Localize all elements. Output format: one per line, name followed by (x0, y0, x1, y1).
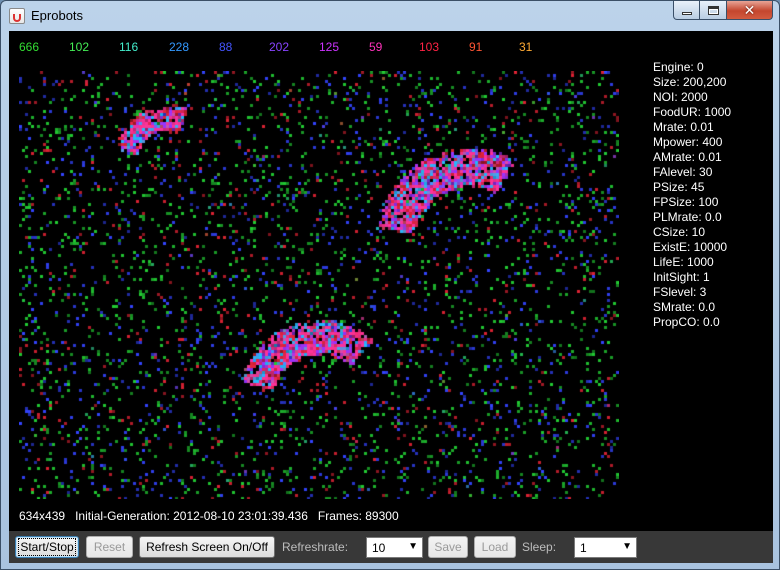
simulation-canvas[interactable] (19, 71, 619, 499)
param-foodur: FoodUR: 1000 (653, 105, 732, 119)
title-bar[interactable]: Eprobots ✕ (1, 1, 779, 31)
initial-generation-text: Initial-Generation: 2012-08-10 23:01:39.… (75, 509, 308, 523)
count-value: 125 (319, 40, 340, 54)
param-noi: NOI: 2000 (653, 90, 708, 104)
param-initsight: InitSight: 1 (653, 270, 710, 284)
count-value: 102 (69, 40, 90, 54)
close-icon: ✕ (743, 2, 756, 18)
frames-text: Frames: 89300 (317, 509, 399, 523)
param-existe: ExistE: 10000 (653, 240, 728, 254)
param-fpsize: FPSize: 100 (653, 195, 719, 209)
canvas-size-text: 634x439 (19, 509, 66, 523)
close-button[interactable]: ✕ (727, 1, 773, 20)
simulation-panel: 666 102 116 228 88 202 125 59 103 91 31 … (9, 31, 773, 531)
refreshrate-label: Refreshrate: (282, 540, 349, 554)
chevron-down-icon: ▼ (408, 541, 418, 552)
minimize-button[interactable] (673, 1, 700, 20)
param-amrate: AMrate: 0.01 (653, 150, 722, 164)
java-icon (9, 8, 25, 24)
param-psize: PSize: 45 (653, 180, 705, 194)
param-mrate: Mrate: 0.01 (653, 120, 714, 134)
param-lifee: LifeE: 1000 (653, 255, 714, 269)
parameter-list: Engine: 0 Size: 200,200 NOI: 2000 FoodUR… (653, 60, 731, 330)
population-counts: 666 102 116 228 88 202 125 59 103 91 31 (9, 40, 609, 54)
maximize-icon (707, 5, 719, 15)
param-size: Size: 200,200 (653, 75, 727, 89)
window-title: Eprobots (31, 8, 84, 23)
count-value: 31 (519, 40, 533, 54)
sleep-label: Sleep: (522, 540, 557, 554)
reset-button[interactable]: Reset (86, 536, 133, 558)
param-fslevel: FSlevel: 3 (653, 285, 707, 299)
load-button[interactable]: Load (474, 536, 516, 558)
count-value: 666 (19, 40, 40, 54)
param-falevel: FAlevel: 30 (653, 165, 713, 179)
count-value: 202 (269, 40, 290, 54)
param-plmrate: PLMrate: 0.0 (653, 210, 722, 224)
refreshrate-select[interactable]: 10 ▼ (366, 537, 423, 558)
count-value: 88 (219, 40, 233, 54)
count-value: 228 (169, 40, 190, 54)
param-engine: Engine: 0 (653, 60, 704, 74)
refresh-toggle-button[interactable]: Refresh Screen On/Off (139, 536, 275, 558)
param-smrate: SMrate: 0.0 (653, 300, 716, 314)
chevron-down-icon: ▼ (622, 541, 632, 552)
sleep-select[interactable]: 1 ▼ (574, 537, 637, 558)
status-line: 634x439 Initial-Generation: 2012-08-10 2… (19, 509, 399, 523)
count-value: 103 (419, 40, 440, 54)
count-value: 59 (369, 40, 383, 54)
app-window: Eprobots ✕ 666 102 116 228 88 202 125 59… (0, 0, 780, 570)
param-propco: PropCO: 0.0 (653, 315, 720, 329)
param-csize: CSize: 10 (653, 225, 706, 239)
save-button[interactable]: Save (428, 536, 468, 558)
count-value: 116 (119, 40, 139, 54)
start-stop-button[interactable]: Start/Stop (15, 536, 79, 558)
minimize-icon (681, 11, 692, 15)
param-mpower: Mpower: 400 (653, 135, 723, 149)
control-toolbar: Start/Stop Reset Refresh Screen On/Off R… (9, 531, 773, 563)
count-value: 91 (469, 40, 483, 54)
maximize-button[interactable] (700, 1, 727, 20)
